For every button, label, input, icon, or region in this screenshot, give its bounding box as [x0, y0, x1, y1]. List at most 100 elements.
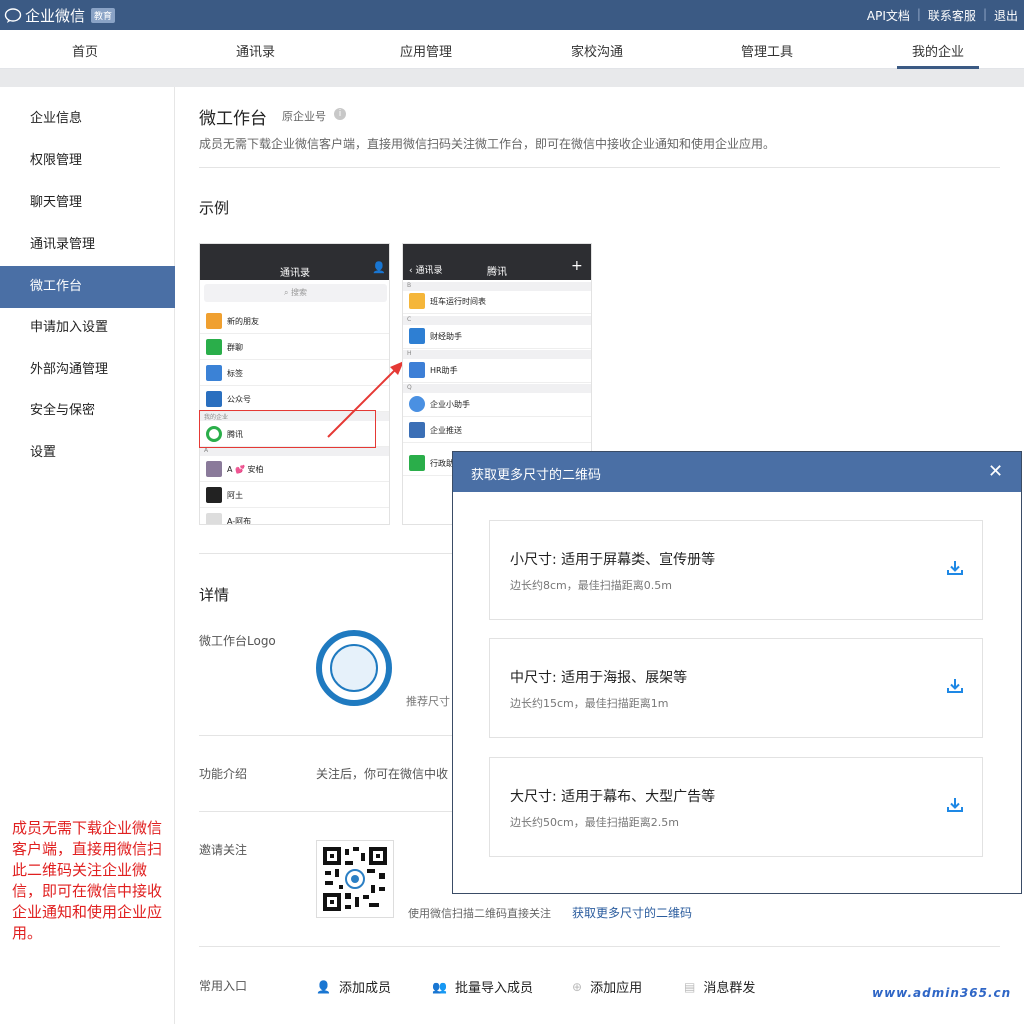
list-item-label: 公众号	[227, 395, 251, 404]
edu-badge: 教育	[91, 8, 116, 23]
top-links: API文档 | 联系客服 | 退出	[867, 7, 1018, 24]
list-item-label: HR助手	[430, 366, 458, 375]
list-item: A-阿布	[200, 508, 389, 525]
add-member-button[interactable]: 👤 添加成员	[316, 977, 391, 997]
phone-header: ‹ 通讯录 腾讯 +	[403, 244, 591, 280]
download-icon[interactable]	[946, 796, 964, 814]
qr-size-option-small[interactable]: 小尺寸: 适用于屏幕类、宣传册等 边长约8cm，最佳扫描距离0.5m	[489, 520, 983, 620]
list-item-label: 企业小助手	[430, 400, 470, 409]
home-icon	[409, 422, 425, 438]
close-icon[interactable]: ✕	[988, 461, 1003, 482]
sidebar-item-join-settings[interactable]: 申请加入设置	[0, 307, 175, 349]
plus-icon: +	[571, 258, 583, 274]
phone-search-bar: ⌕ 搜索	[204, 284, 387, 302]
list-item-label: 企业推送	[430, 426, 462, 435]
quick-item-label: 批量导入成员	[454, 981, 533, 996]
section-header: A	[200, 447, 389, 456]
list-item-label: 班车运行时间表	[430, 297, 486, 306]
invite-text: 使用微信扫描二维码直接关注	[408, 907, 551, 920]
qr-code	[316, 840, 394, 918]
tab-management-tools[interactable]: 管理工具	[741, 41, 793, 60]
list-item-label: 群聊	[227, 343, 243, 352]
download-icon[interactable]	[946, 677, 964, 695]
page-description: 成员无需下载企业微信客户端，直接用微信扫码关注微工作台，即可在微信中接收企业通知…	[199, 137, 776, 151]
sidebar-item-workbench[interactable]: 微工作台	[0, 266, 175, 308]
top-bar: 企业微信 教育 API文档 | 联系客服 | 退出	[0, 0, 1024, 30]
sidebar-item-security[interactable]: 安全与保密	[0, 390, 175, 432]
page-subtitle: 原企业号	[282, 110, 326, 123]
avatar	[206, 487, 222, 503]
info-icon[interactable]: i	[334, 108, 346, 120]
list-item: HR助手	[403, 357, 591, 383]
tab-app-management[interactable]: 应用管理	[400, 41, 452, 60]
broadcast-message-button[interactable]: ▤ 消息群发	[684, 977, 756, 997]
batch-import-button[interactable]: 👥 批量导入成员	[432, 977, 533, 997]
option-desc: 边长约8cm，最佳扫描距离0.5m	[510, 579, 672, 592]
chat-bubble-icon	[4, 7, 22, 23]
invite-label: 邀请关注	[199, 843, 248, 857]
tab-my-enterprise[interactable]: 我的企业	[912, 41, 964, 60]
add-app-button[interactable]: ⊕ 添加应用	[572, 977, 643, 997]
phone-header-title: 通讯录	[280, 268, 310, 279]
tab-home[interactable]: 首页	[72, 41, 98, 60]
search-icon: ⌕	[283, 288, 292, 297]
list-item-label: 阿土	[227, 491, 243, 500]
workbench-logo	[316, 630, 392, 706]
sidebar-item-external-communication[interactable]: 外部沟通管理	[0, 349, 175, 391]
divider	[199, 167, 1000, 168]
intro-text: 关注后，你可在微信中收	[316, 767, 449, 781]
sidebar-item-permissions[interactable]: 权限管理	[0, 140, 175, 182]
sidebar-item-chat-management[interactable]: 聊天管理	[0, 182, 175, 224]
sidebar-item-contacts-management[interactable]: 通讯录管理	[0, 224, 175, 266]
sidebar-item-settings[interactable]: 设置	[0, 432, 175, 474]
sidebar-item-enterprise-info[interactable]: 企业信息	[0, 98, 175, 140]
quick-entry-label: 常用入口	[199, 979, 248, 993]
quick-item-label: 消息群发	[703, 981, 756, 996]
tab-school-communication[interactable]: 家校沟通	[571, 41, 623, 60]
phone-header: 通讯录 👤	[200, 244, 389, 280]
watermark: www.admin365.cn	[872, 986, 1012, 1000]
logo-size-hint: 推荐尺寸	[406, 695, 450, 708]
quick-item-label: 添加应用	[590, 981, 643, 996]
qr-size-option-large[interactable]: 大尺寸: 适用于幕布、大型广告等 边长约50cm，最佳扫描距离2.5m	[489, 757, 983, 857]
list-item: 财经助手	[403, 323, 591, 349]
brand-name: 企业微信	[25, 7, 86, 25]
download-icon[interactable]	[946, 559, 964, 577]
logout-link[interactable]: 退出	[994, 7, 1018, 24]
divider	[199, 946, 1000, 947]
add-contact-icon: 👤	[372, 261, 386, 274]
quick-item-label: 添加成员	[338, 981, 391, 996]
list-item-label: 财经助手	[430, 332, 462, 341]
qr-size-dialog: 获取更多尺寸的二维码 ✕ 小尺寸: 适用于屏幕类、宣传册等 边长约8cm，最佳扫…	[452, 451, 1022, 894]
bus-schedule-icon	[409, 293, 425, 309]
qr-code-icon	[323, 847, 387, 911]
list-item-label: A 💕 安柏	[227, 465, 264, 474]
divider: |	[982, 7, 987, 21]
avatar	[206, 513, 222, 524]
qr-size-option-medium[interactable]: 中尺寸: 适用于海报、展架等 边长约15cm，最佳扫描距离1m	[489, 638, 983, 738]
logo-emblem-icon	[330, 644, 378, 692]
tag-icon	[206, 365, 222, 381]
more-qr-sizes-link[interactable]: 获取更多尺寸的二维码	[572, 904, 692, 921]
message-icon: ▤	[684, 979, 696, 994]
api-docs-link[interactable]: API文档	[867, 7, 910, 24]
list-item: 企业小助手	[403, 391, 591, 417]
brand-logo[interactable]: 企业微信 教育	[4, 5, 116, 26]
intro-label: 功能介绍	[199, 767, 248, 781]
header-divider-strip	[0, 69, 1024, 87]
assistant-icon	[409, 396, 425, 412]
plus-circle-icon: ⊕	[572, 979, 583, 994]
list-item: 阿土	[200, 482, 389, 508]
tab-contacts[interactable]: 通讯录	[236, 41, 275, 60]
dialog-header: 获取更多尺寸的二维码 ✕	[453, 452, 1021, 492]
avatar	[206, 461, 222, 477]
list-item: 企业推送	[403, 417, 591, 443]
list-item-label: A-阿布	[227, 517, 252, 525]
admin-icon	[409, 455, 425, 471]
logo-label: 微工作台Logo	[199, 634, 276, 648]
list-item: 新的朋友	[200, 308, 389, 334]
official-account-icon	[206, 391, 222, 407]
details-section-title: 详情	[199, 586, 230, 604]
main-nav: 首页 通讯录 应用管理 家校沟通 管理工具 我的企业	[0, 30, 1024, 69]
contact-support-link[interactable]: 联系客服	[928, 7, 976, 24]
